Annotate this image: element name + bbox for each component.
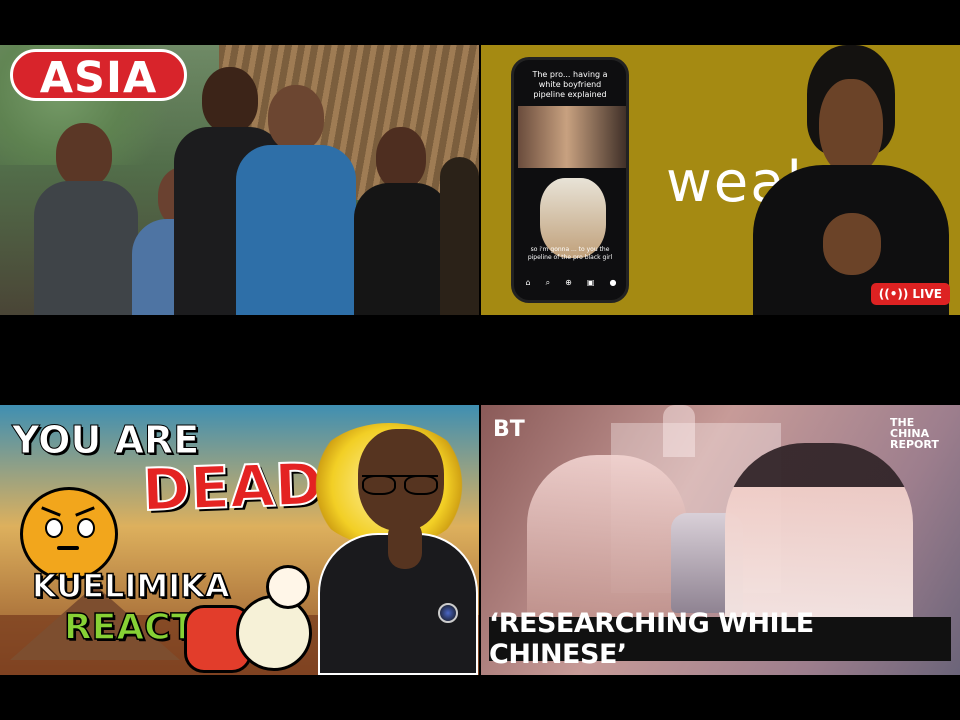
video-thumbnail-asia[interactable]: ASIA bbox=[0, 45, 479, 315]
phone-photo bbox=[518, 106, 626, 168]
phone-post-text: The pro... having a white boyfriend pipe… bbox=[532, 70, 608, 99]
headline-text: ‘RESEARCHING WHILE CHINESE’ bbox=[489, 608, 814, 670]
video-thumbnail-dead[interactable]: YOU ARE DEAD KUELIMIKA REACTS bbox=[0, 405, 479, 675]
video-thumbnail-china[interactable]: BT THE CHINA REPORT ‘RESEARCHING WHILE C… bbox=[481, 405, 960, 675]
bt-logo: BT bbox=[493, 417, 525, 442]
broadcast-icon: ((•)) bbox=[878, 287, 909, 301]
home-icon: ⌂ bbox=[525, 278, 531, 287]
search-icon: ⌕ bbox=[545, 278, 551, 287]
china-report-logo: THE CHINA REPORT bbox=[890, 416, 939, 451]
phone-mockup: The pro... having a white boyfriend pipe… bbox=[511, 57, 629, 303]
plus-icon: ⊕ bbox=[565, 278, 572, 287]
lapel-pin-icon bbox=[438, 603, 458, 623]
person-blue-shirt bbox=[236, 85, 356, 315]
person-left bbox=[34, 123, 138, 315]
live-badge: ((•)) LIVE bbox=[870, 283, 950, 305]
asia-title-badge: ASIA bbox=[10, 49, 187, 103]
phone-caption: so i'm gonna ... to you the pipeline of … bbox=[527, 246, 613, 261]
person-edge bbox=[440, 157, 479, 315]
reacting-man bbox=[318, 423, 478, 675]
dead-text: DEAD bbox=[140, 449, 325, 525]
woman-portrait bbox=[753, 45, 949, 315]
video-thumbnail-weakness[interactable]: The pro... having a white boyfriend pipe… bbox=[481, 45, 960, 315]
phone-nav-bar: ⌂ ⌕ ⊕ ▣ ● bbox=[518, 278, 624, 288]
person-right bbox=[354, 127, 450, 315]
headline-banner: ‘RESEARCHING WHILE CHINESE’ bbox=[489, 608, 951, 670]
cartoon-plush-icon bbox=[176, 565, 316, 673]
reels-icon: ▣ bbox=[586, 278, 595, 287]
profile-icon: ● bbox=[609, 278, 617, 287]
